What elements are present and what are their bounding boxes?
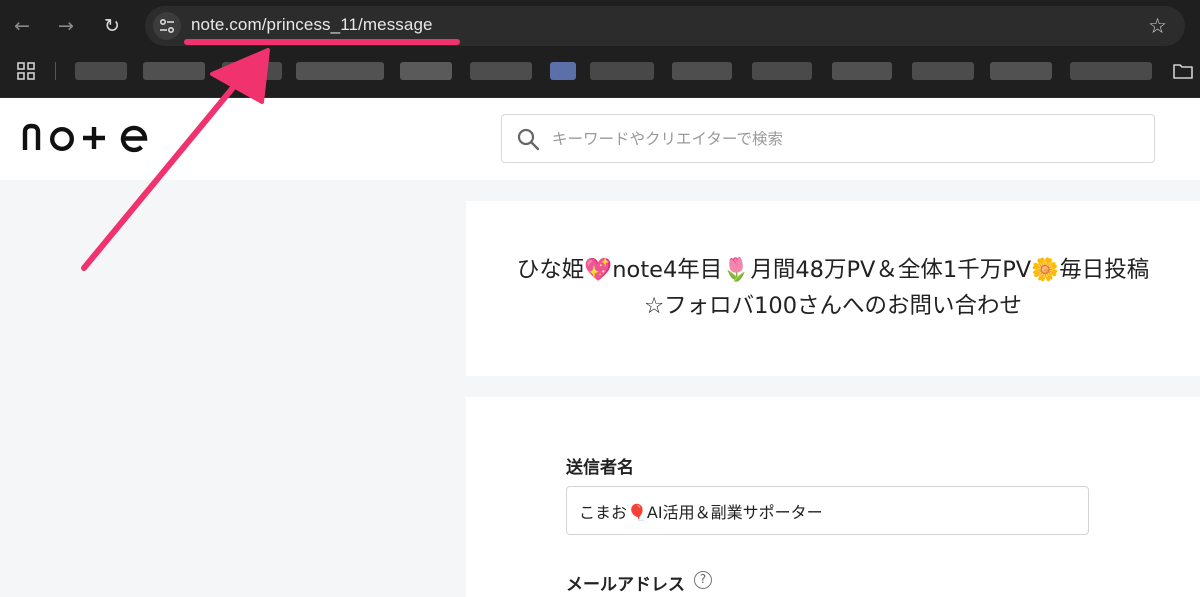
bookmark-item[interactable] xyxy=(752,62,812,80)
bookmark-item[interactable] xyxy=(590,62,654,80)
apps-grid-icon[interactable] xyxy=(17,62,35,80)
sender-name-input[interactable] xyxy=(566,486,1089,535)
bookmark-item[interactable] xyxy=(1070,62,1152,80)
sender-name-label: 送信者名 xyxy=(566,458,634,478)
reload-button[interactable]: ↻ xyxy=(98,12,126,40)
bookmark-item[interactable] xyxy=(222,62,282,80)
search-box[interactable] xyxy=(501,114,1155,163)
url-highlight-underline xyxy=(184,39,460,45)
page-title-line-2: ☆フォロバ100さんへのお問い合わせ xyxy=(643,293,1023,319)
search-input[interactable] xyxy=(552,115,1142,162)
page-title-line-1: ひな姫💖note4年目🌷月間48万PV＆全体1千万PV🌼毎日投稿 xyxy=(516,257,1150,283)
bookmark-item[interactable] xyxy=(400,62,452,80)
forward-button[interactable]: → xyxy=(52,12,80,40)
bookmarks-separator xyxy=(55,62,56,80)
bookmark-item[interactable] xyxy=(912,62,974,80)
back-button[interactable]: ← xyxy=(8,12,36,40)
bookmark-item[interactable] xyxy=(296,62,384,80)
bookmark-item[interactable] xyxy=(143,62,205,80)
message-form: 送信者名 メールアドレス ? xyxy=(466,397,1200,597)
help-icon[interactable]: ? xyxy=(694,571,712,589)
bookmark-item[interactable] xyxy=(832,62,892,80)
bookmark-item[interactable] xyxy=(990,62,1052,80)
bookmark-star-icon[interactable]: ☆ xyxy=(1148,12,1167,40)
creator-title-card: ひな姫💖note4年目🌷月間48万PV＆全体1千万PV🌼毎日投稿 ☆フォロバ10… xyxy=(466,201,1200,376)
note-logo[interactable] xyxy=(22,118,148,156)
url-text[interactable]: note.com/princess_11/message xyxy=(191,15,433,35)
folder-icon[interactable] xyxy=(1172,62,1194,80)
bookmark-item[interactable] xyxy=(470,62,532,80)
bookmark-item[interactable] xyxy=(75,62,127,80)
site-info-icon[interactable] xyxy=(153,12,181,40)
page-title: ひな姫💖note4年目🌷月間48万PV＆全体1千万PV🌼毎日投稿 ☆フォロバ10… xyxy=(466,252,1200,324)
search-icon xyxy=(517,128,540,151)
email-label: メールアドレス xyxy=(566,575,685,595)
bookmark-item[interactable] xyxy=(550,62,576,80)
bookmark-item[interactable] xyxy=(672,62,732,80)
